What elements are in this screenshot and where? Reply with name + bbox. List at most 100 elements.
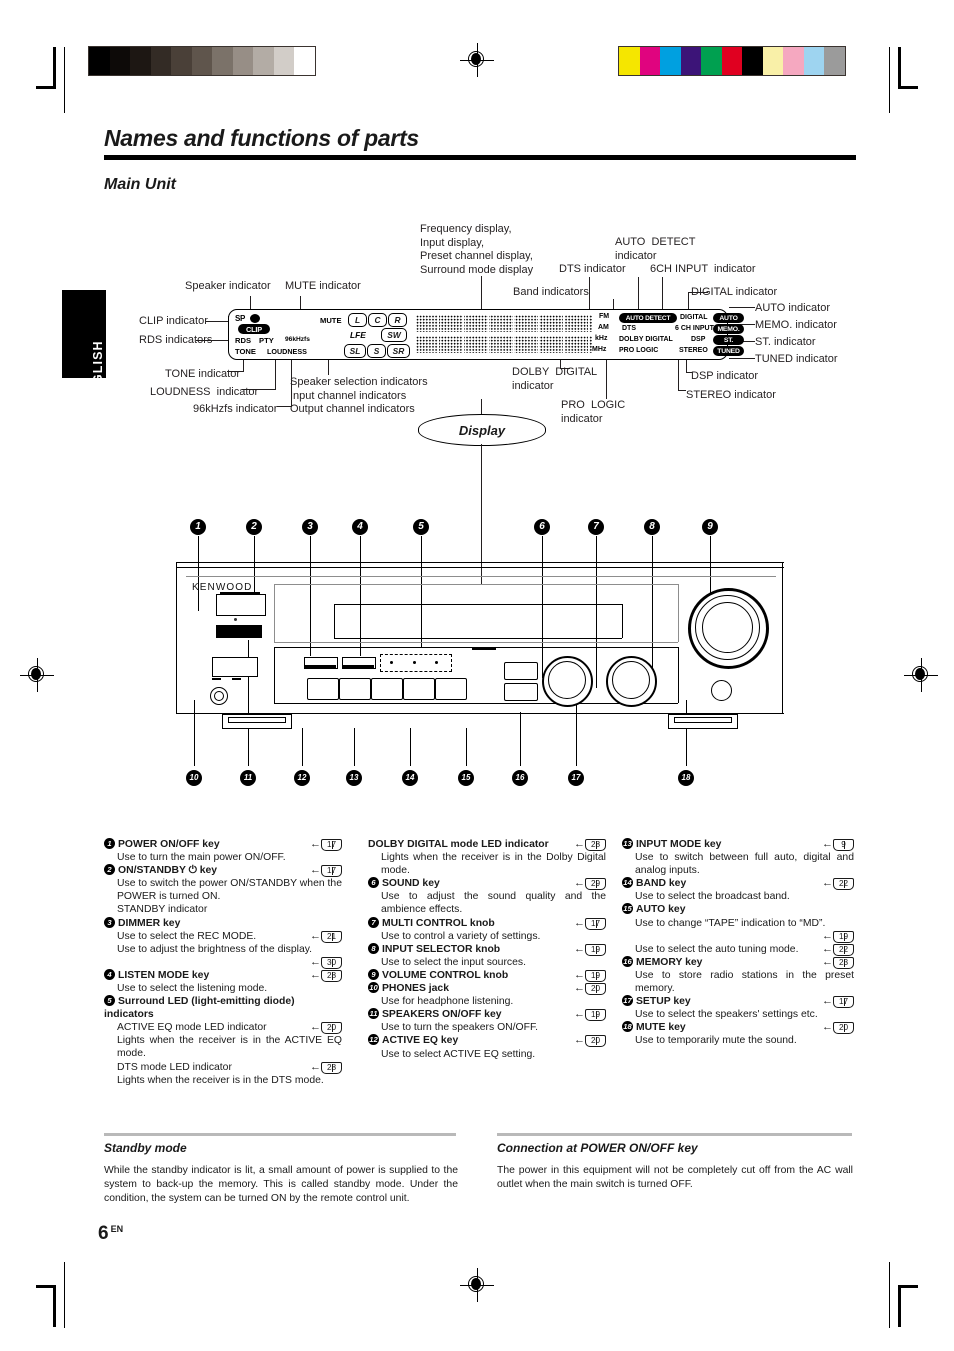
- part-title-text: INPUT MODE key: [636, 839, 722, 850]
- led-dot: [413, 661, 416, 664]
- part-entry: 11 SPEAKERS ON/OFF key ← 19 Use to turn the …: [368, 1008, 606, 1034]
- part-title-text: AUTO key: [636, 904, 686, 916]
- part-number-badge: 16: [622, 955, 633, 967]
- key-shadow: [342, 665, 374, 668]
- dimmer-key[interactable]: [212, 657, 258, 677]
- part-entry: 5 Surround LED (light-emitting diode) ind…: [104, 995, 342, 1087]
- part-description: Use to select the broadcast band.: [622, 890, 854, 903]
- part-description-text: Use to temporarily mute the sound.: [635, 1035, 797, 1047]
- input-mode-key[interactable]: [307, 678, 339, 700]
- part-entry: 18 MUTE key ← 20 Use to temporarily mute the…: [622, 1021, 854, 1047]
- lcd-loudness-indicator: LOUDNESS: [267, 347, 307, 356]
- leader-line-display-up: [481, 399, 482, 414]
- lcd-channel-r: R: [388, 313, 407, 327]
- part-number-badge: 13: [622, 838, 633, 849]
- mute-key[interactable]: [711, 680, 732, 701]
- part-description-text: Use to select the listening mode.: [117, 982, 268, 994]
- part-description-text: Use to switch between full auto, digital…: [635, 852, 854, 877]
- part-description: Use to switch between full auto, digital…: [622, 851, 854, 877]
- band-key[interactable]: [339, 678, 371, 700]
- page-reference: ← 30: [310, 956, 342, 969]
- lcd-segment-divider: [438, 314, 439, 356]
- page-reference: ← 23: [822, 956, 854, 969]
- power-on-off-key[interactable]: [216, 594, 266, 616]
- active-eq-key[interactable]: [504, 683, 538, 701]
- power-key-top-line: [220, 592, 260, 595]
- lcd-segment-divider: [563, 314, 564, 356]
- part-title-text: MUTE key: [636, 1022, 686, 1034]
- part-entry: 7 MULTI CONTROL knob ← 17 Use to control a v…: [368, 916, 606, 943]
- calibration-swatch: [680, 47, 701, 75]
- part-description-text: Use to turn the main power ON/OFF.: [117, 852, 286, 864]
- calibration-swatch: [191, 47, 212, 75]
- page-reference: ← 19: [574, 943, 606, 956]
- diagram-number-16: 16: [512, 770, 528, 786]
- page-reference: ← 19: [822, 930, 854, 943]
- leader-line: [678, 390, 686, 391]
- part-entry-title: 11 SPEAKERS ON/OFF key ← 19: [368, 1008, 606, 1022]
- part-entry-title: 6 SOUND key ← 29: [368, 877, 606, 891]
- part-entry-title: 17 SETUP key ← 17: [622, 995, 854, 1009]
- lcd-band-khz: kHz: [595, 335, 608, 342]
- memory-key[interactable]: [403, 678, 435, 700]
- key-shadow: [304, 665, 336, 668]
- calibration-swatch: [660, 47, 681, 75]
- part-entry-title: 13 INPUT MODE key ← 9: [622, 838, 854, 851]
- part-description: Use to turn the speakers ON/OFF.: [368, 1021, 606, 1034]
- part-title-text: SETUP key: [636, 996, 691, 1008]
- lcd-auto-indicator: AUTO: [713, 313, 744, 323]
- leader-line: [206, 321, 228, 322]
- setup-key[interactable]: [435, 678, 467, 700]
- display-oval-label: Display: [418, 414, 546, 446]
- part-entry-title: 8 INPUT SELECTOR knob ← 19: [368, 942, 606, 956]
- leader-line: [686, 360, 687, 372]
- page-reference: ← 20: [310, 1021, 342, 1035]
- lcd-band-mhz: MHz: [592, 346, 607, 353]
- calibration-swatch: [150, 47, 171, 75]
- leader-line: [242, 389, 276, 390]
- page-reference: ← 21: [310, 930, 342, 943]
- calibration-swatch: [109, 47, 130, 75]
- page-reference: ← 22: [822, 877, 854, 891]
- part-description-text: Use to select the REC MODE.: [117, 930, 257, 942]
- diagram-number-17: 17: [568, 770, 584, 786]
- part-number-badge: 5: [104, 995, 115, 1007]
- page-reference-number: 20: [833, 1022, 854, 1035]
- part-description-text: Use for headphone listening.: [381, 996, 514, 1008]
- standby-note-body: While the standby indicator is lit, a sm…: [104, 1165, 458, 1204]
- leader-line: [688, 292, 708, 293]
- calibration-swatch: [824, 47, 845, 75]
- lcd-mute-indicator: MUTE: [320, 316, 342, 325]
- speaker-indicator-icon: [250, 313, 260, 323]
- callout-memo-indicator: MEMO. indicator: [755, 319, 837, 331]
- calibration-swatch: [783, 47, 804, 75]
- lcd-band-am: AM: [598, 324, 609, 331]
- part-description-text: Lights when the receiver is in the DTS m…: [117, 1074, 324, 1086]
- page-reference-number: 22: [833, 878, 854, 891]
- leader-line: [678, 360, 679, 390]
- on-standby-key[interactable]: [216, 625, 262, 638]
- multi-control-knob-inner: [548, 661, 586, 699]
- part-subtitle: STANDBY indicator: [104, 903, 342, 916]
- part-title-text: INPUT SELECTOR knob: [382, 943, 501, 955]
- page-reference-number: 9: [833, 839, 854, 851]
- lcd-clip-indicator: CLIP: [238, 324, 270, 334]
- lcd-segment-divider: [538, 314, 539, 356]
- part-entry-title: 15 AUTO key: [622, 903, 854, 916]
- diagram-number-9: 9: [702, 519, 718, 535]
- part-number-badge: 7: [368, 916, 379, 928]
- page-reference-number: 20: [585, 983, 606, 996]
- lcd-st-indicator: ST.: [713, 335, 744, 345]
- diagram-number-2: 2: [246, 519, 262, 535]
- page-reference: ← 28: [310, 969, 342, 982]
- lcd-channel-c: C: [368, 313, 387, 327]
- page-reference: ← 29: [574, 877, 606, 891]
- lcd-segment-divider: [513, 314, 514, 356]
- part-entry: 4 LISTEN MODE key ← 28 Use to select the lis…: [104, 968, 342, 995]
- part-title-text: DOLBY DIGITAL mode LED indicator: [368, 839, 549, 850]
- calibration-swatch: [232, 47, 253, 75]
- auto-key[interactable]: [371, 678, 403, 700]
- part-title-text: Surround LED (light-emitting diode) indi…: [104, 996, 295, 1021]
- speakers-on-off-key[interactable]: [504, 662, 538, 680]
- part-description-text: Use to adjust the brightness of the disp…: [117, 943, 313, 955]
